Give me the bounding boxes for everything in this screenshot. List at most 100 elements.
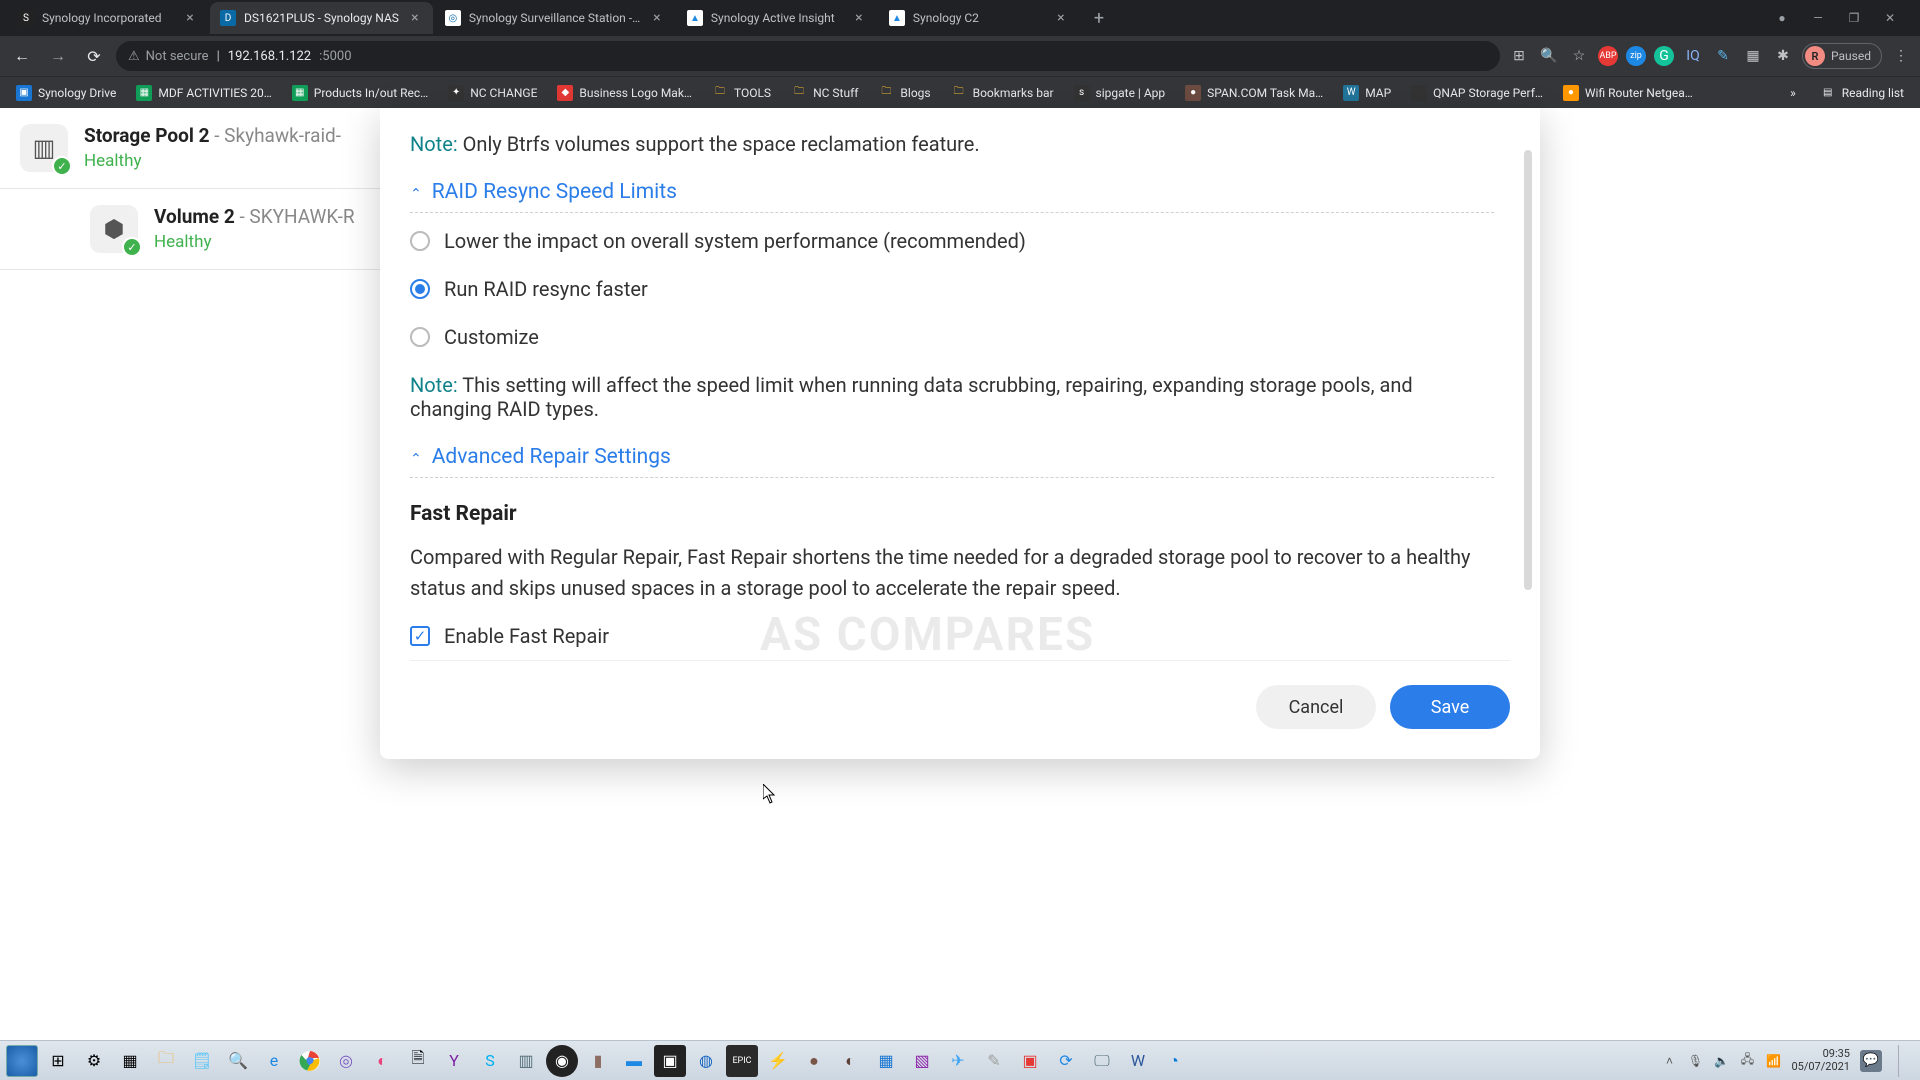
- obs-icon[interactable]: ◉: [546, 1045, 578, 1077]
- forward-button[interactable]: →: [44, 42, 72, 70]
- minimize-button[interactable]: —: [1808, 11, 1828, 25]
- close-tab-icon[interactable]: ×: [649, 10, 665, 26]
- close-tab-icon[interactable]: ×: [182, 10, 198, 26]
- dialog-scrollbar[interactable]: [1524, 120, 1532, 680]
- app-icon-15[interactable]: ⟳: [1050, 1045, 1082, 1077]
- bookmark-qnap-storage[interactable]: QNAP Storage Perf…: [1403, 81, 1551, 105]
- bookmark-span-task[interactable]: ●SPAN.COM Task Ma…: [1177, 81, 1331, 105]
- bookmark-wifi-router[interactable]: ●Wifi Router Netgea…: [1555, 81, 1701, 105]
- action-center-icon[interactable]: 💬: [1860, 1050, 1882, 1072]
- profile-button[interactable]: R Paused: [1802, 43, 1882, 69]
- start-button[interactable]: [6, 1045, 38, 1077]
- volume-icon[interactable]: 🔈: [1713, 1053, 1729, 1069]
- radio-lower-impact[interactable]: Lower the impact on overall system perfo…: [410, 229, 1494, 253]
- app-icon-5[interactable]: ▬: [618, 1045, 650, 1077]
- epic-icon[interactable]: EPIC: [726, 1045, 758, 1077]
- app-icon-3[interactable]: ▥: [510, 1045, 542, 1077]
- app-icon-16[interactable]: 🖵: [1086, 1045, 1118, 1077]
- bookmarks-overflow[interactable]: »: [1782, 82, 1804, 104]
- scrollbar-thumb[interactable]: [1524, 150, 1532, 590]
- advanced-repair-section-toggle[interactable]: ⌄ Advanced Repair Settings: [410, 445, 1494, 478]
- bookmark-tools-folder[interactable]: 🗀TOOLS: [704, 81, 779, 105]
- app-icon-12[interactable]: ✈: [942, 1045, 974, 1077]
- app-icon-8[interactable]: ●: [798, 1045, 830, 1077]
- enable-fast-repair-checkbox[interactable]: ✓ Enable Fast Repair: [410, 624, 1494, 648]
- tab-active-insight[interactable]: ▲ Synology Active Insight ×: [677, 2, 877, 34]
- bookmark-nc-stuff-folder[interactable]: 🗀NC Stuff: [783, 81, 866, 105]
- address-bar[interactable]: ⚠ Not secure | 192.168.1.122:5000: [116, 41, 1500, 71]
- radio-customize[interactable]: Customize: [410, 325, 1494, 349]
- save-button[interactable]: Save: [1390, 685, 1510, 729]
- document-icon[interactable]: 🗎: [402, 1045, 434, 1077]
- network-icon[interactable]: 🖧: [1739, 1053, 1755, 1069]
- extension-grid-icon[interactable]: ▦: [1742, 45, 1764, 67]
- bookmark-sipgate[interactable]: ssipgate | App: [1066, 81, 1174, 105]
- notes-icon[interactable]: 🗒: [186, 1045, 218, 1077]
- tray-expand-icon[interactable]: ˄: [1661, 1053, 1677, 1069]
- new-tab-button[interactable]: +: [1085, 4, 1113, 32]
- not-secure-warning[interactable]: ⚠ Not secure: [128, 49, 209, 64]
- wifi-icon[interactable]: 📶: [1765, 1053, 1781, 1069]
- skype-icon[interactable]: S: [474, 1045, 506, 1077]
- tab-c2[interactable]: ▲ Synology C2 ×: [879, 2, 1079, 34]
- maximize-button[interactable]: ❐: [1844, 11, 1864, 25]
- bookmark-nc-change[interactable]: ✦NC CHANGE: [440, 81, 545, 105]
- close-tab-icon[interactable]: ×: [1053, 10, 1069, 26]
- extension-zip-icon[interactable]: zip: [1626, 46, 1646, 66]
- radio-run-faster[interactable]: Run RAID resync faster: [410, 277, 1494, 301]
- back-button[interactable]: ←: [8, 42, 36, 70]
- tab-surveillance[interactable]: ◎ Synology Surveillance Station - D ×: [435, 2, 675, 34]
- translate-icon[interactable]: ⊞: [1508, 45, 1530, 67]
- extension-abp-icon[interactable]: ABP: [1598, 46, 1618, 66]
- microphone-icon[interactable]: 🎙: [1687, 1053, 1703, 1069]
- app-icon-7[interactable]: ⚡: [762, 1045, 794, 1077]
- task-view-icon[interactable]: ⊞: [42, 1045, 74, 1077]
- bookmark-synology-drive[interactable]: ▣Synology Drive: [8, 81, 124, 105]
- bookmark-star-icon[interactable]: ☆: [1568, 45, 1590, 67]
- reload-button[interactable]: ⟳: [80, 42, 108, 70]
- app-icon-2[interactable]: ◐: [366, 1045, 398, 1077]
- tab-dsm-active[interactable]: D DS1621PLUS - Synology NAS ×: [210, 2, 433, 34]
- app-icon-14[interactable]: ▣: [1014, 1045, 1046, 1077]
- zoom-icon[interactable]: 🔍: [1538, 45, 1560, 67]
- raid-resync-section-toggle[interactable]: ⌄ RAID Resync Speed Limits: [410, 180, 1494, 213]
- extension-feather-icon[interactable]: ✎: [1712, 45, 1734, 67]
- ie-icon[interactable]: e: [258, 1045, 290, 1077]
- reading-list-button[interactable]: ▤Reading list: [1812, 81, 1912, 105]
- close-tab-icon[interactable]: ×: [851, 10, 867, 26]
- extensions-puzzle-icon[interactable]: ✱: [1772, 45, 1794, 67]
- app-icon-11[interactable]: ▧: [906, 1045, 938, 1077]
- app-icon-13[interactable]: ✎: [978, 1045, 1010, 1077]
- bookmark-products-inout[interactable]: ▦Products In/out Rec…: [284, 81, 436, 105]
- search-icon[interactable]: 🔍: [222, 1045, 254, 1077]
- radio-icon-checked: [410, 279, 430, 299]
- extension-grammarly-icon[interactable]: G: [1654, 46, 1674, 66]
- show-desktop-button[interactable]: [1898, 1045, 1908, 1077]
- bookmark-business-logo[interactable]: ◆Business Logo Mak…: [549, 81, 700, 105]
- app-icon-10[interactable]: ▦: [870, 1045, 902, 1077]
- close-tab-icon[interactable]: ×: [407, 10, 423, 26]
- app-icon-1[interactable]: ◎: [330, 1045, 362, 1077]
- bookmark-bookmarks-bar-folder[interactable]: 🗀Bookmarks bar: [943, 81, 1062, 105]
- cancel-button[interactable]: Cancel: [1256, 685, 1376, 729]
- edge-icon[interactable]: ◔: [1158, 1045, 1190, 1077]
- yahoo-icon[interactable]: Y: [438, 1045, 470, 1077]
- bookmark-mdf-activities[interactable]: ▦MDF ACTIVITIES 20…: [128, 81, 279, 105]
- close-window-button[interactable]: ✕: [1880, 11, 1900, 25]
- app-icon-9[interactable]: ◐: [834, 1045, 866, 1077]
- settings-gear-icon[interactable]: ⚙: [78, 1045, 110, 1077]
- system-clock[interactable]: 09:35 05/07/2021: [1791, 1048, 1850, 1073]
- bookmark-blogs-folder[interactable]: 🗀Blogs: [870, 81, 938, 105]
- chrome-icon[interactable]: [294, 1045, 326, 1077]
- calculator-icon[interactable]: ▦: [114, 1045, 146, 1077]
- file-explorer-icon[interactable]: 🗀: [150, 1045, 182, 1077]
- chrome-menu-icon[interactable]: ⋮: [1890, 45, 1912, 67]
- account-dot-icon[interactable]: ●: [1772, 11, 1792, 25]
- terminal-icon[interactable]: ▣: [654, 1045, 686, 1077]
- tab-synology-inc[interactable]: S Synology Incorporated ×: [8, 2, 208, 34]
- app-icon-4[interactable]: ▮: [582, 1045, 614, 1077]
- bookmark-map[interactable]: WMAP: [1335, 81, 1399, 105]
- extension-iq-icon[interactable]: IQ: [1682, 45, 1704, 67]
- app-icon-6[interactable]: ◍: [690, 1045, 722, 1077]
- word-icon[interactable]: W: [1122, 1045, 1154, 1077]
